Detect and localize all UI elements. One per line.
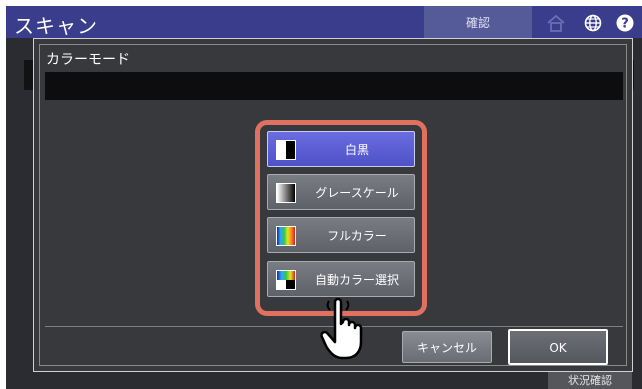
pointing-hand-icon [320, 297, 363, 360]
black-white-swatch-icon [276, 140, 296, 160]
option-label: グレースケール [315, 186, 399, 200]
home-icon[interactable] [546, 14, 566, 32]
ok-button[interactable]: OK [508, 329, 608, 365]
option-label: 白黒 [344, 143, 369, 157]
scanner-screen: スキャン 確認 ? 状況確認 カラーモード 白黒 グレースケール フルカラー 自… [6, 6, 642, 389]
option-label: フルカラー [327, 229, 387, 243]
status-check-tab[interactable]: 状況確認 [548, 371, 632, 389]
confirm-tab[interactable]: 確認 [424, 6, 532, 38]
option-black-white-button[interactable]: 白黒 [267, 131, 415, 167]
color-mode-options-highlight: 白黒 グレースケール フルカラー 自動カラー選択 [255, 120, 427, 316]
top-bar: スキャン 確認 ? [6, 6, 642, 38]
full-color-swatch-icon [276, 226, 296, 246]
option-full-color-button[interactable]: フルカラー [267, 217, 415, 253]
auto-color-swatch-icon [276, 270, 296, 290]
svg-text:?: ? [621, 17, 629, 32]
globe-icon[interactable] [584, 14, 602, 32]
grayscale-swatch-icon [276, 183, 296, 203]
option-label: 自動カラー選択 [314, 273, 399, 287]
dialog-message-bar [45, 72, 623, 100]
option-grayscale-button[interactable]: グレースケール [267, 174, 415, 210]
app-title: スキャン [14, 14, 98, 38]
cancel-button[interactable]: キャンセル [402, 331, 492, 363]
option-auto-color-button[interactable]: 自動カラー選択 [267, 261, 415, 297]
help-icon[interactable]: ? [616, 14, 634, 32]
dialog-title: カラーモード [46, 52, 130, 68]
